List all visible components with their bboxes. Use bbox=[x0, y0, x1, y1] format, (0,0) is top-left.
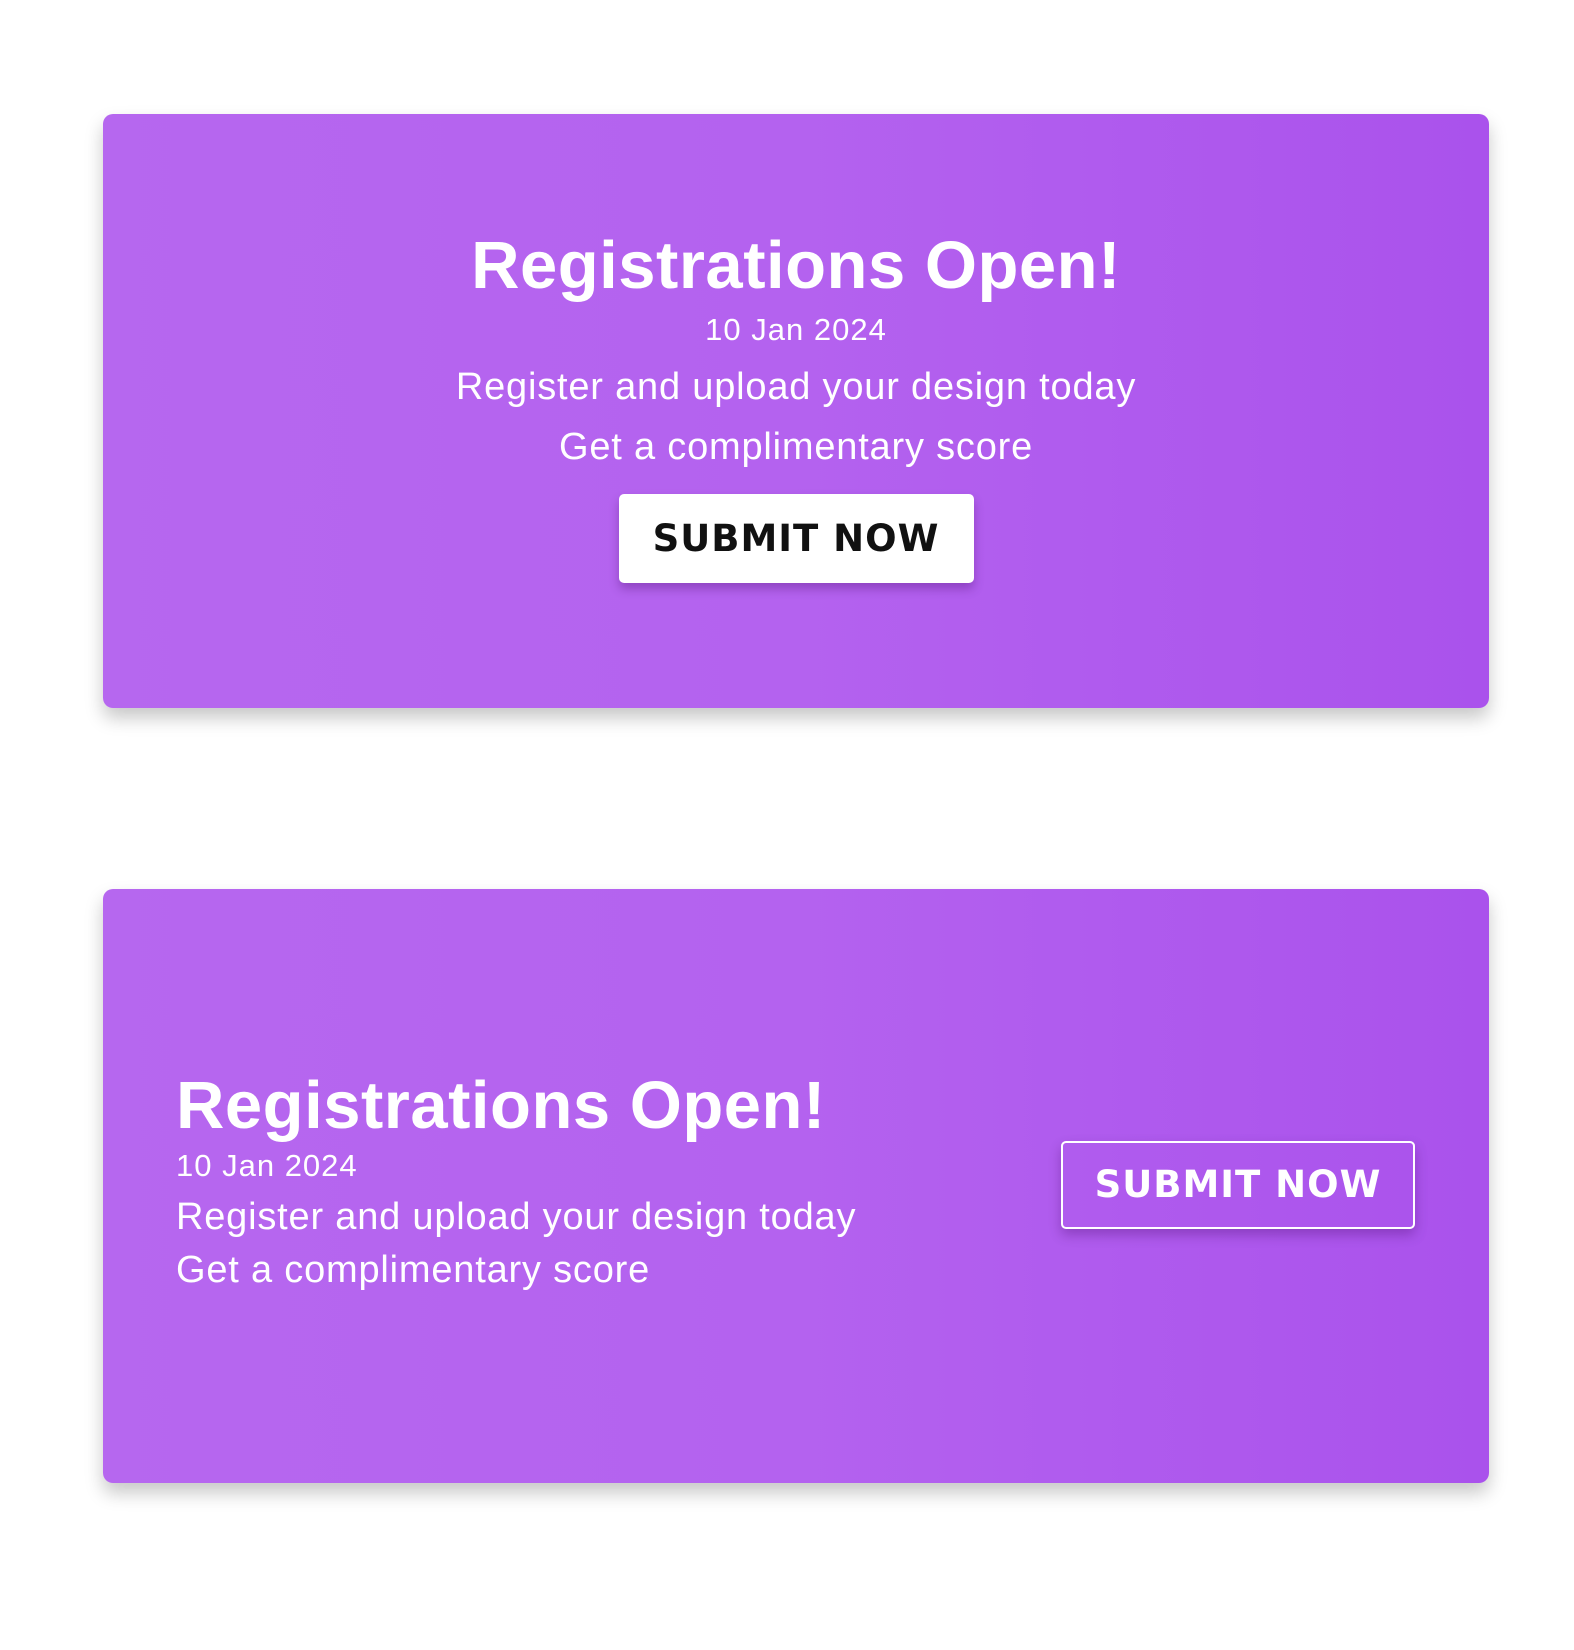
banner-content: Registrations Open! 10 Jan 2024 Register… bbox=[103, 226, 1489, 583]
submit-now-outline-button[interactable]: SUBMIT NOW bbox=[1061, 1141, 1415, 1229]
banner-date: 10 Jan 2024 bbox=[176, 1148, 358, 1183]
banner-description-line: Get a complimentary score bbox=[176, 1249, 651, 1291]
banner-title: Registrations Open! bbox=[176, 1068, 826, 1143]
banner-description-line: Get a complimentary score bbox=[558, 426, 1034, 468]
banner-date: 10 Jan 2024 bbox=[705, 312, 887, 347]
banner-content: Registrations Open! 10 Jan 2024 Register… bbox=[176, 1066, 856, 1295]
registration-banner-left-aligned: Registrations Open! 10 Jan 2024 Register… bbox=[103, 889, 1489, 1483]
submit-now-button[interactable]: SUBMIT NOW bbox=[618, 494, 974, 583]
registration-banner-centered: Registrations Open! 10 Jan 2024 Register… bbox=[103, 114, 1489, 708]
banner-description-line: Register and upload your design today bbox=[176, 1196, 857, 1238]
banner-title: Registrations Open! bbox=[471, 228, 1121, 303]
banner-description-line: Register and upload your design today bbox=[455, 366, 1137, 408]
